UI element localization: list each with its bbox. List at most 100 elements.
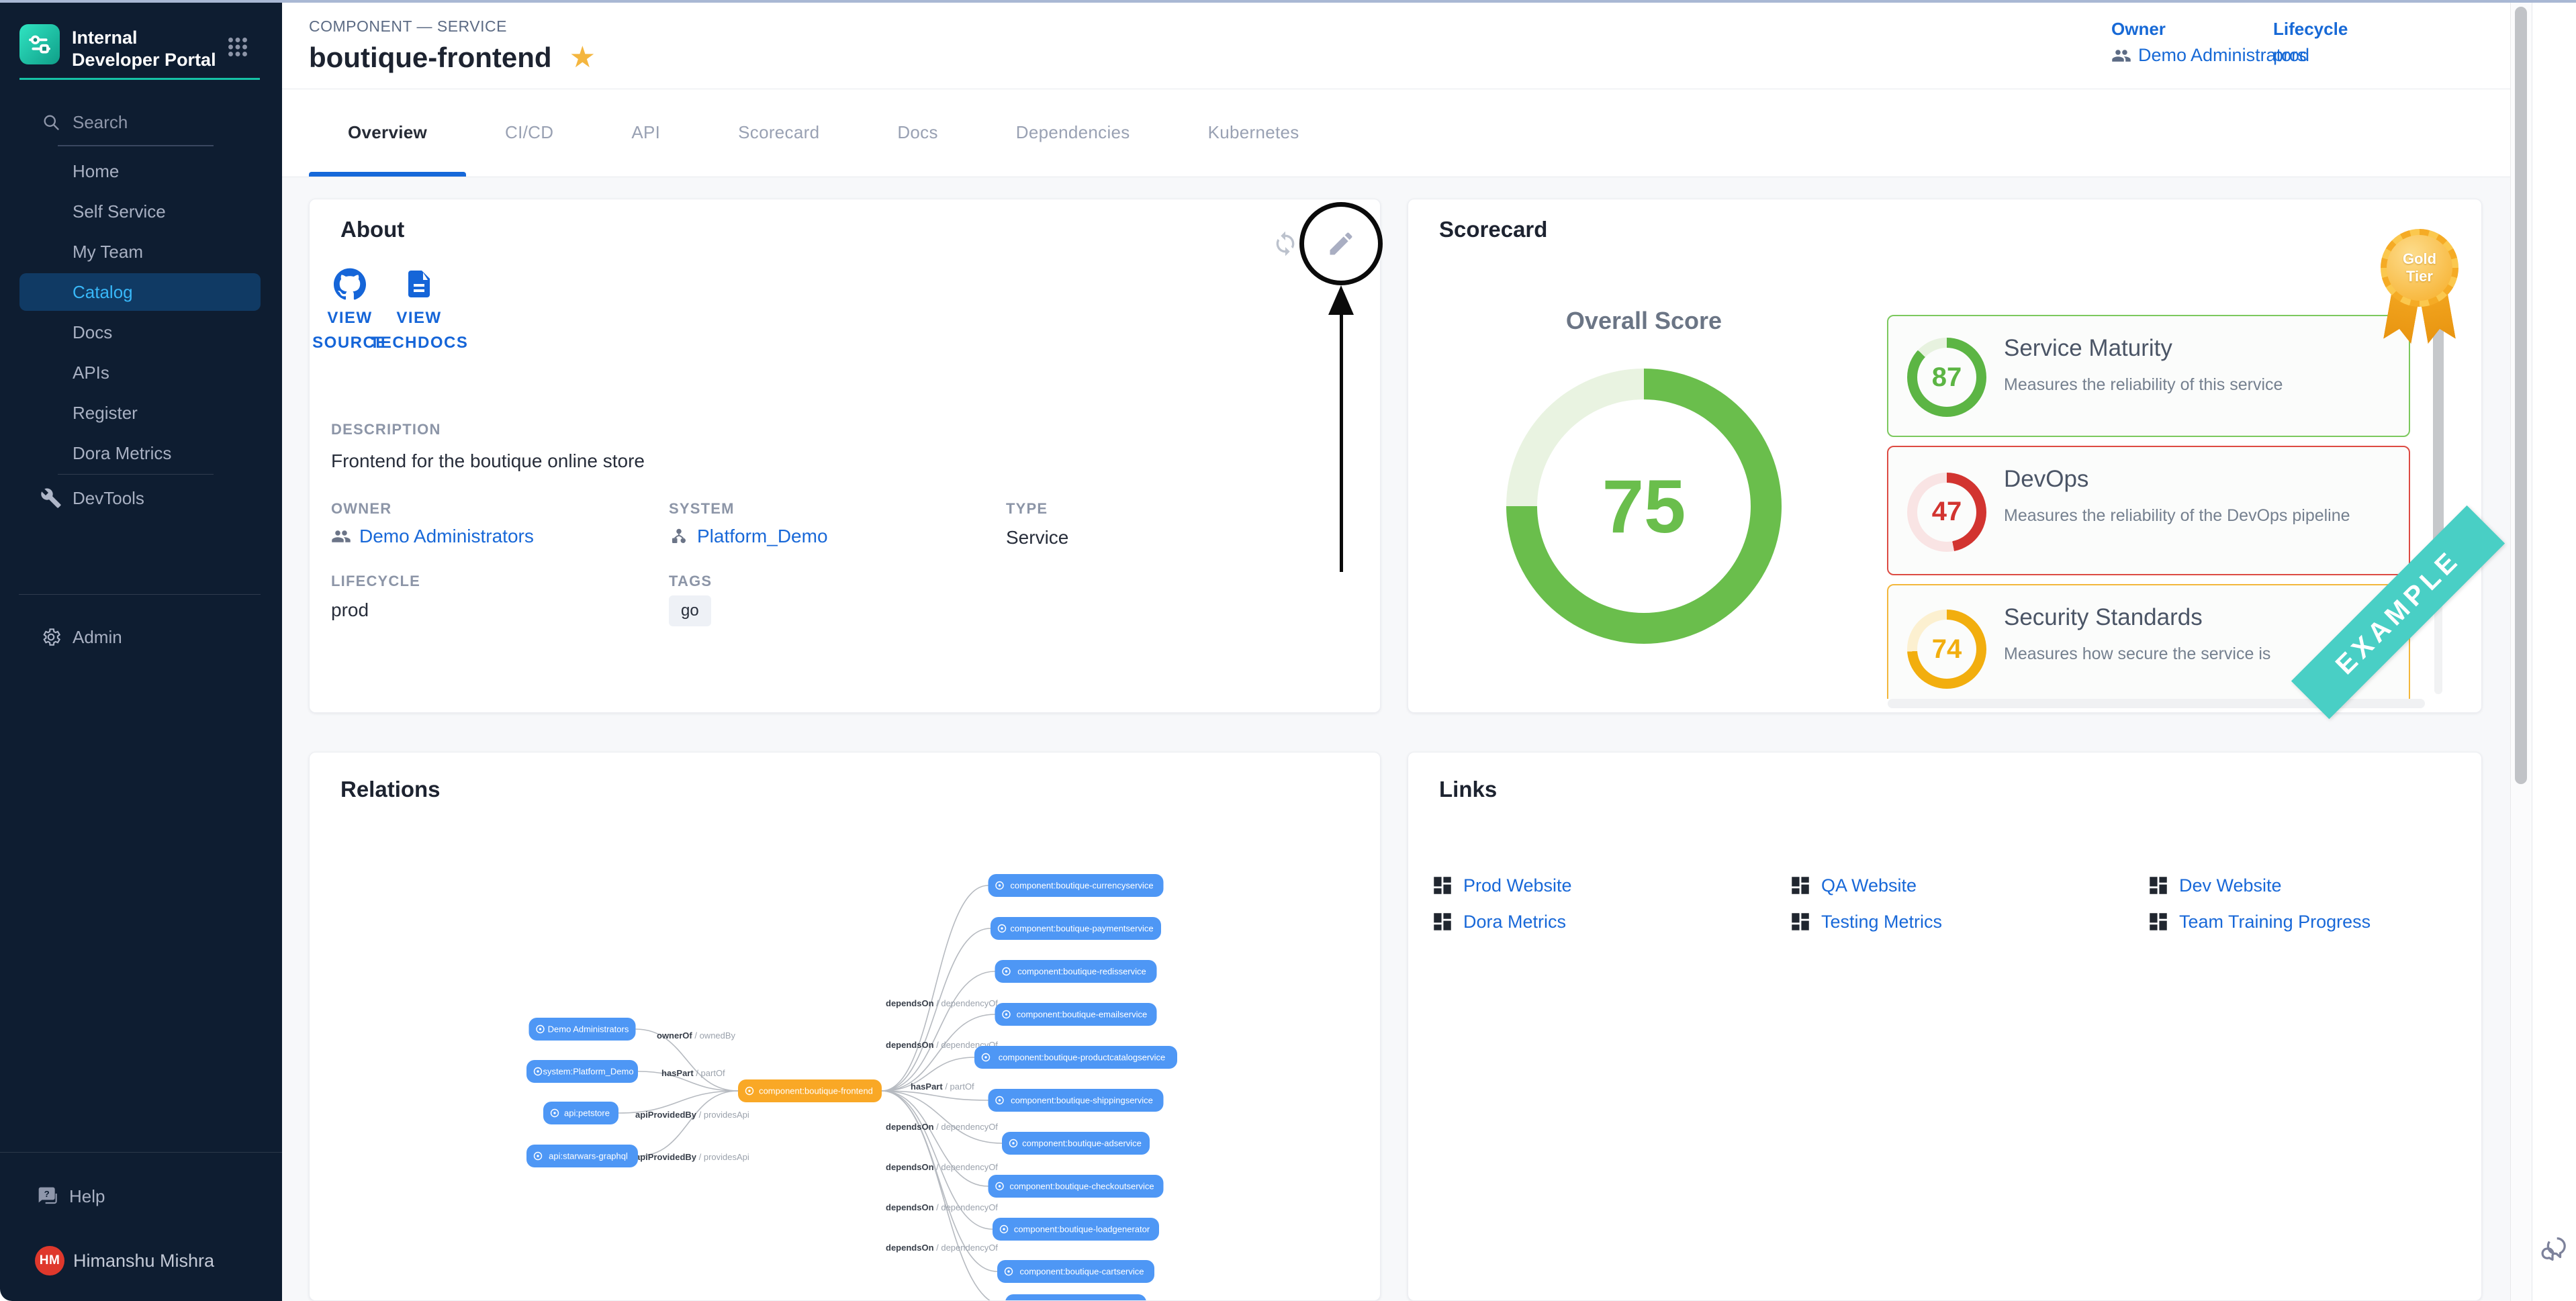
relations-node-api-petstore[interactable]: api:petstore [543, 1102, 618, 1124]
relations-node-component-boutique-currencyservice[interactable]: component:boutique-currencyservice [988, 874, 1164, 897]
dashboard-icon [1789, 874, 1812, 897]
user-menu[interactable]: HM Himanshu Mishra [0, 1242, 282, 1280]
sidebar-item-label: Help [69, 1186, 105, 1207]
relations-node-system-platform-demo[interactable]: system:Platform_Demo [526, 1060, 638, 1083]
svg-text:apiProvidedBy / providesApi: apiProvidedBy / providesApi [635, 1152, 749, 1162]
lifecycle-field-label: LIFECYCLE [331, 573, 420, 590]
relations-node-component-boutique-redisservice[interactable]: component:boutique-redisservice [995, 960, 1157, 983]
svg-text:dependsOn / dependencyOf: dependsOn / dependencyOf [886, 1243, 998, 1253]
link-prod-website[interactable]: Prod Website [1431, 871, 1572, 900]
relations-node-component-boutique-frontend[interactable]: component:boutique-frontend [738, 1079, 882, 1102]
sidebar-item-label: DevTools [73, 488, 144, 509]
sidebar-item-help[interactable]: ? Help [0, 1176, 282, 1216]
sidebar-item-apis[interactable]: APIs [0, 352, 282, 393]
breadcrumb: COMPONENT — SERVICE [309, 17, 507, 36]
feedback-chat-icon[interactable] [2537, 1234, 2568, 1265]
svg-text:component:boutique-loadgenerat: component:boutique-loadgenerator [1014, 1224, 1150, 1235]
annotation-arrow [1340, 314, 1343, 572]
lifecycle-field-value: prod [331, 599, 369, 621]
sidebar-item-catalog[interactable]: Catalog [19, 273, 261, 311]
owner-field-link[interactable]: Demo Administrators [331, 526, 534, 547]
svg-text:api:starwars-graphql: api:starwars-graphql [549, 1151, 628, 1161]
relations-node-demo-administrators[interactable]: Demo Administrators [529, 1018, 636, 1041]
overall-score-value: 75 [1602, 463, 1686, 550]
help-chat-icon: ? [37, 1186, 58, 1207]
link-qa-website[interactable]: QA Website [1789, 871, 1917, 900]
system-field-link[interactable]: Platform_Demo [669, 526, 828, 547]
score-title: DevOps [2004, 466, 2088, 493]
score-description: Measures the reliability of this service [2004, 375, 2283, 395]
tab-bar: OverviewCI/CDAPIScorecardDocsDependencie… [282, 89, 2510, 177]
score-description: Measures the reliability of the DevOps p… [2004, 506, 2350, 526]
techdocs-icon [403, 268, 435, 300]
relations-node-component-boutique-productcatalogservice[interactable]: component:boutique-productcatalogservice [974, 1046, 1177, 1069]
relations-card: Relations ownerOf / ownedByhasPart / par… [309, 752, 1381, 1301]
score-card-devops[interactable]: 47DevOpsMeasures the reliability of the … [1887, 446, 2410, 575]
link-dora-metrics[interactable]: Dora Metrics [1431, 907, 1566, 936]
page-header: COMPONENT — SERVICE boutique-frontend ★ … [282, 3, 2510, 89]
relations-node-component-boutique-checkoutservice[interactable]: component:boutique-checkoutservice [988, 1175, 1164, 1198]
relations-node-component-boutique-adservice[interactable]: component:boutique-adservice [1002, 1132, 1150, 1155]
overall-score-label: Overall Score [1513, 307, 1775, 335]
view-techdocs-button[interactable]: VIEW TECHDOCS [369, 268, 469, 355]
svg-text:ownerOf / ownedBy: ownerOf / ownedBy [657, 1030, 736, 1041]
links-title: Links [1439, 777, 1497, 802]
refresh-icon[interactable] [1272, 230, 1299, 257]
sidebar-item-home[interactable]: Home [0, 151, 282, 191]
favorite-star-icon[interactable]: ★ [569, 40, 596, 75]
annotation-arrowhead [1328, 285, 1354, 315]
svg-text:system:Platform_Demo: system:Platform_Demo [543, 1067, 633, 1077]
main-scrollbar-thumb[interactable] [2515, 7, 2527, 784]
sidebar-item-dora-metrics[interactable]: Dora Metrics [0, 433, 282, 473]
sidebar-item-docs[interactable]: Docs [0, 312, 282, 352]
relations-node-component-boutique-paymentservice[interactable]: component:boutique-paymentservice [991, 917, 1161, 940]
relations-title: Relations [340, 777, 441, 802]
apps-grid-icon[interactable] [226, 35, 250, 59]
svg-text:component:boutique-paymentserv: component:boutique-paymentservice [1010, 924, 1153, 934]
sidebar-item-devtools[interactable]: DevTools [0, 478, 282, 518]
sidebar-item-register[interactable]: Register [0, 393, 282, 433]
admin-divider [19, 594, 261, 595]
tab-dependencies[interactable]: Dependencies [977, 89, 1169, 177]
relations-node-api-starwars-graphql[interactable]: api:starwars-graphql [526, 1145, 638, 1167]
search-icon [42, 113, 60, 132]
svg-text:?: ? [44, 1189, 50, 1199]
tab-ci-cd[interactable]: CI/CD [466, 89, 592, 177]
sidebar-item-self-service[interactable]: Self Service [0, 191, 282, 232]
lifecycle-value: prod [2273, 45, 2309, 66]
link-team-training-progress[interactable]: Team Training Progress [2147, 907, 2371, 936]
relations-node-clipped[interactable] [1005, 1294, 1146, 1301]
tab-docs[interactable]: Docs [858, 89, 976, 177]
tab-kubernetes[interactable]: Kubernetes [1169, 89, 1338, 177]
tab-api[interactable]: API [592, 89, 699, 177]
nav-divider [58, 474, 214, 475]
system-icon [669, 526, 689, 546]
relations-node-component-boutique-shippingservice[interactable]: component:boutique-shippingservice [988, 1089, 1164, 1112]
score-title: Security Standards [2004, 604, 2203, 631]
link-dev-website[interactable]: Dev Website [2147, 871, 2282, 900]
search-input[interactable]: Search [0, 107, 282, 137]
sidebar-item-my-team[interactable]: My Team [0, 232, 282, 272]
score-description: Measures how secure the service is [2004, 644, 2270, 664]
tags-field-label: TAGS [669, 573, 712, 590]
sidebar-item-admin[interactable]: Admin [0, 617, 282, 657]
score-title: Service Maturity [2004, 335, 2172, 362]
relations-node-component-boutique-emailservice[interactable]: component:boutique-emailservice [995, 1003, 1157, 1026]
tab-overview[interactable]: Overview [309, 89, 466, 177]
tag-chip[interactable]: go [669, 595, 711, 626]
links-list: Prod Website QA Website Dev Website Dora Me… [1431, 871, 2438, 951]
relations-node-component-boutique-loadgenerator[interactable]: component:boutique-loadgenerator [993, 1218, 1159, 1241]
svg-text:dependsOn / dependencyOf: dependsOn / dependencyOf [886, 998, 998, 1008]
annotation-circle [1299, 202, 1383, 285]
lifecycle-label: Lifecycle [2273, 19, 2348, 40]
dashboard-icon [1789, 910, 1812, 933]
score-card-service-maturity[interactable]: 87Service MaturityMeasures the reliabili… [1887, 315, 2410, 437]
tab-scorecard[interactable]: Scorecard [699, 89, 858, 177]
view-techdocs-label: VIEW TECHDOCS [369, 305, 469, 355]
svg-text:component:boutique-emailservic: component:boutique-emailservice [1017, 1010, 1147, 1020]
relations-node-component-boutique-cartservice[interactable]: component:boutique-cartservice [997, 1260, 1154, 1283]
sidebar-item-label: Admin [73, 627, 122, 648]
group-icon [2111, 46, 2131, 66]
link-testing-metrics[interactable]: Testing Metrics [1789, 907, 1942, 936]
dashboard-icon [2147, 874, 2170, 897]
